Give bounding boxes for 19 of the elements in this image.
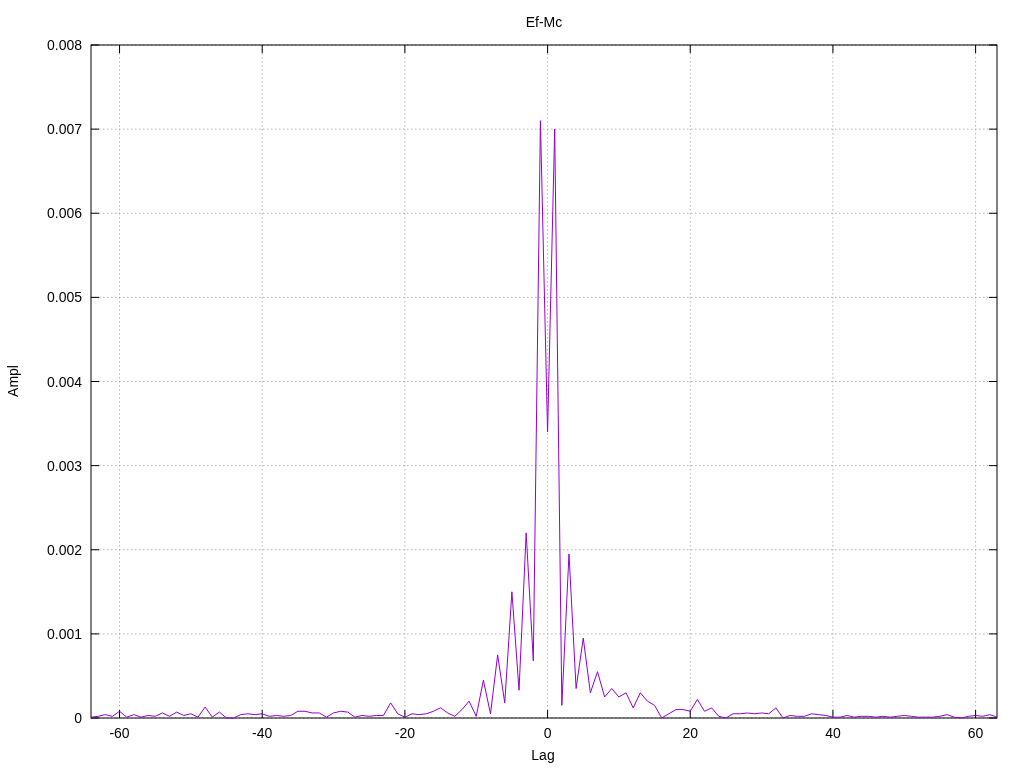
y-tick-label: 0.003 [46, 457, 82, 474]
x-tick-label: 60 [967, 725, 984, 741]
x-tick-label: -20 [394, 725, 415, 741]
x-tick-label: 0 [543, 725, 552, 741]
y-tick-label: 0.007 [46, 121, 82, 138]
y-tick-label: 0.005 [46, 289, 82, 306]
x-tick-label: 20 [682, 725, 699, 741]
x-tick-label: 40 [825, 725, 841, 741]
chart-title: Ef-Mc [525, 14, 563, 30]
y-tick-label: 0.001 [46, 625, 82, 642]
x-tick-label: -60 [109, 725, 130, 741]
y-tick-label: 0.002 [46, 541, 82, 558]
x-axis-label: Lag [531, 747, 555, 763]
y-tick-label: 0 [74, 710, 82, 726]
y-tick-label: 0.006 [46, 205, 82, 222]
y-tick-label: 0.004 [46, 373, 82, 390]
x-tick-label: -40 [252, 725, 273, 741]
y-axis-label: Ampl [5, 365, 21, 397]
y-tick-label: 0.008 [46, 37, 82, 53]
